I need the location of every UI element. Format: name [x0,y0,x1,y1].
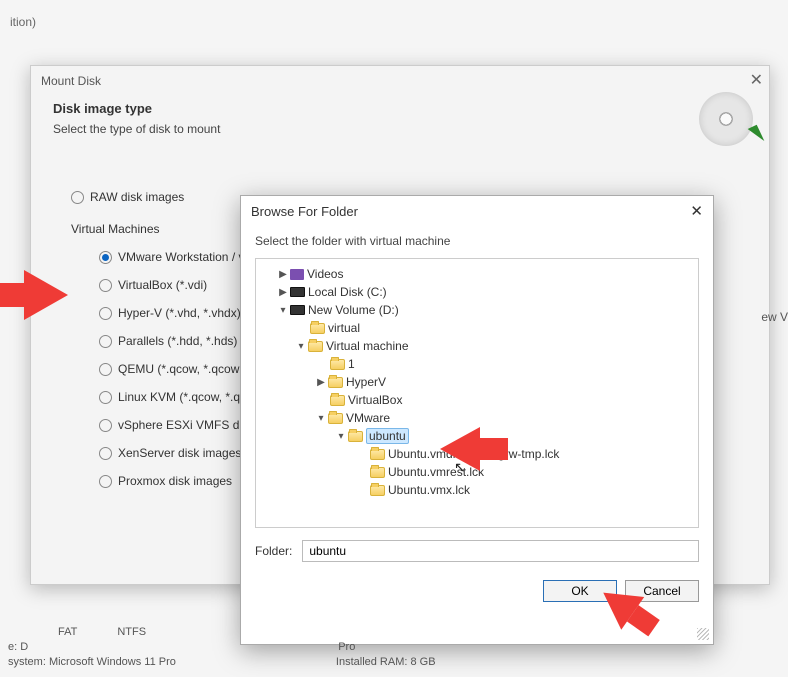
folder-icon [348,431,363,442]
radio-proxmox[interactable] [99,475,112,488]
radio-kvm-label: Linux KVM (*.qcow, *.qco [118,390,253,404]
tree-new-volume-d[interactable]: New Volume (D:) [308,303,399,317]
folder-icon [330,395,345,406]
radio-proxmox-label: Proxmox disk images [118,474,232,488]
chevron-right-icon[interactable]: ▶ [314,377,328,388]
status-pro: Pro [338,641,355,653]
tree-videos[interactable]: Videos [307,267,343,281]
radio-vmware[interactable] [99,251,112,264]
radio-raw-label: RAW disk images [90,190,184,204]
tree-ubuntu[interactable]: ubuntu [366,428,409,444]
folder-label: Folder: [255,544,292,558]
chevron-down-icon[interactable]: ▾ [334,431,348,442]
background-newv-fragment: ew V [761,310,788,324]
tree-ubuntu-lck-3[interactable]: Ubuntu.vmx.lck [388,483,470,497]
chevron-right-icon[interactable]: ▶ [276,287,290,298]
radio-raw[interactable] [71,191,84,204]
radio-qemu-label: QEMU (*.qcow, *.qcow2, [118,362,249,376]
mount-subheading: Select the type of disk to mount [53,122,220,136]
chevron-down-icon[interactable]: ▾ [314,413,328,424]
folder-icon [328,413,343,424]
radio-qemu[interactable] [99,363,112,376]
drive-icon [290,287,305,297]
tree-virtualbox[interactable]: VirtualBox [348,393,402,407]
folder-icon [308,341,323,352]
annotation-arrow-icon [24,270,68,320]
folder-icon [370,449,385,460]
status-system: system: Microsoft Windows 11 Pro [8,656,176,668]
radio-vmware-label: VMware Workstation / vSp [118,250,259,264]
disc-icon [699,92,753,146]
mount-dialog-title: Mount Disk [41,74,101,88]
folder-icon [370,485,385,496]
radio-virtualbox[interactable] [99,279,112,292]
status-bar: FAT NTFS e: D Pro system: Microsoft Wind… [0,619,788,677]
status-fat: FAT [58,626,77,638]
tree-hyperv[interactable]: HyperV [346,375,386,389]
radio-virtualbox-label: VirtualBox (*.vdi) [118,278,207,292]
chevron-down-icon[interactable]: ▾ [294,341,308,352]
tree-virtual[interactable]: virtual [328,321,360,335]
radio-xenserver[interactable] [99,447,112,460]
videos-icon [290,269,304,280]
folder-icon [330,359,345,370]
radio-parallels[interactable] [99,335,112,348]
browse-prompt: Select the folder with virtual machine [241,226,713,258]
mount-heading: Disk image type [53,101,152,116]
folder-icon [370,467,385,478]
radio-kvm[interactable] [99,391,112,404]
browse-dialog-title: Browse For Folder [251,204,358,219]
chevron-down-icon[interactable]: ▾ [276,305,290,316]
status-drive: e: D [8,641,28,653]
radio-parallels-label: Parallels (*.hdd, *.hds) [118,334,237,348]
tree-virtual-machine[interactable]: Virtual machine [326,339,409,353]
radio-hyperv-label: Hyper-V (*.vhd, *.vhdx) [118,306,241,320]
disc-arrow-icon [748,125,765,146]
browse-folder-dialog: Browse For Folder ✕ Select the folder wi… [240,195,714,645]
radio-esxi[interactable] [99,419,112,432]
close-icon[interactable]: ✕ [690,202,703,220]
status-ram: Installed RAM: 8 GB [336,656,436,668]
radio-hyperv[interactable] [99,307,112,320]
cursor-icon: ↖ [454,459,466,476]
folder-icon [310,323,325,334]
tree-local-c[interactable]: Local Disk (C:) [308,285,387,299]
tree-folder-1[interactable]: 1 [348,357,355,371]
chevron-right-icon[interactable]: ▶ [276,269,290,280]
folder-tree[interactable]: ▶ Videos ▶ Local Disk (C:) ▾ New Volume … [255,258,699,528]
tree-vmware[interactable]: VMware [346,411,390,425]
radio-xenserver-label: XenServer disk images [118,446,241,460]
drive-icon [290,305,305,315]
status-ntfs: NTFS [117,626,146,638]
folder-icon [328,377,343,388]
close-icon[interactable]: ✕ [750,70,763,90]
folder-input[interactable] [302,540,699,562]
background-title-fragment: ition) [0,15,36,29]
